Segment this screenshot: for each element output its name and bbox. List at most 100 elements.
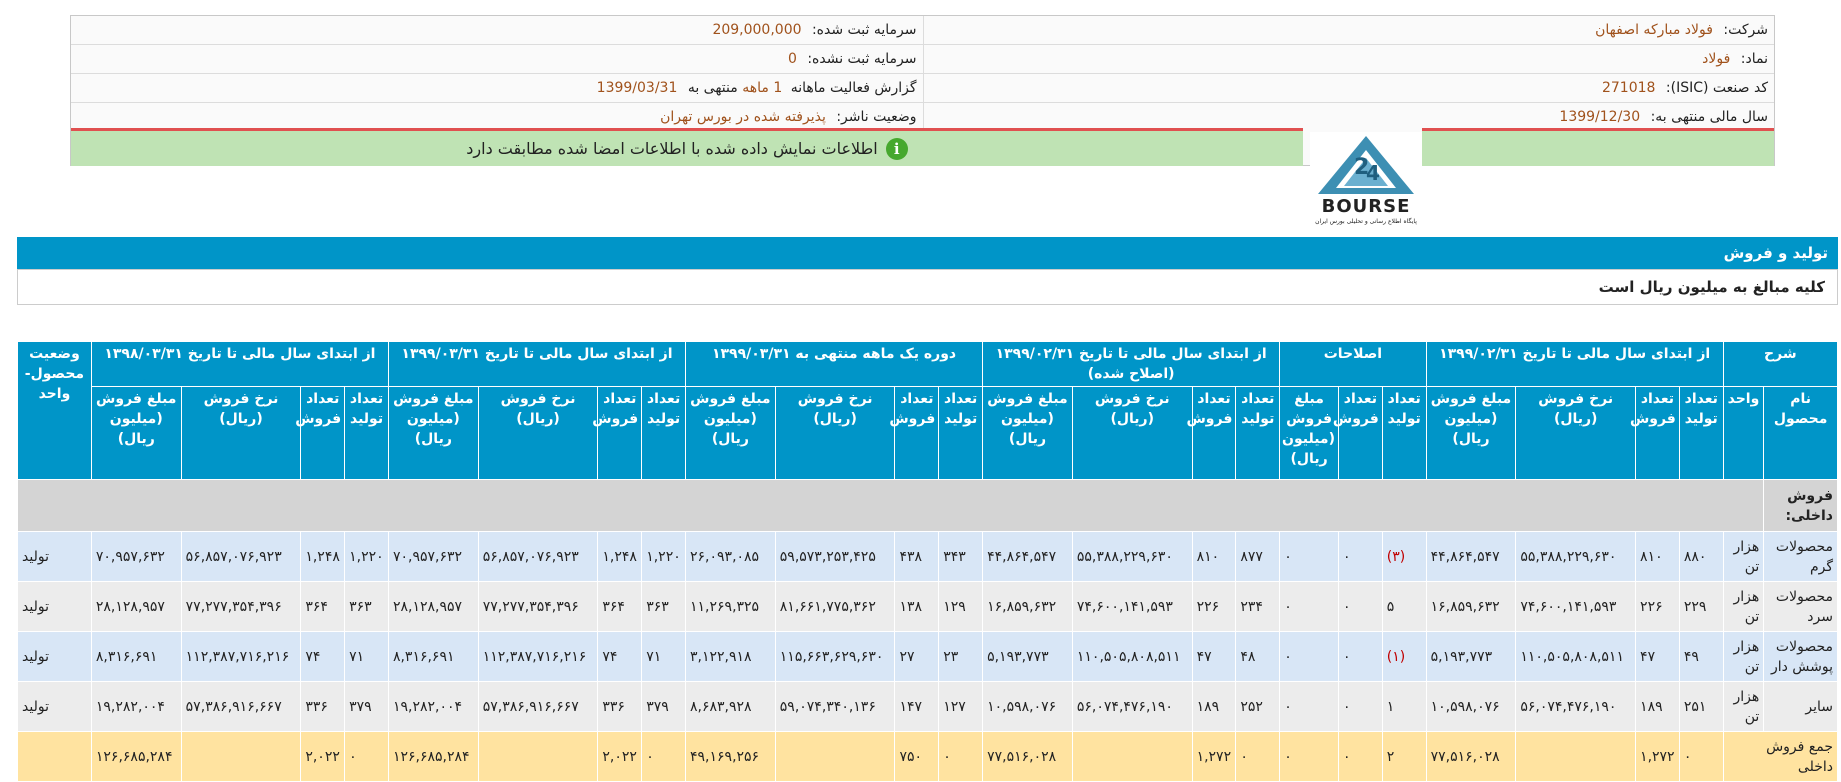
- total-cell: ۷۵۰: [894, 731, 940, 782]
- header-amount: مبلغ فروش (میلیون ریال): [387, 386, 479, 480]
- table-cell: ۰: [1279, 531, 1339, 582]
- table-cell: ۱۱۰,۵۰۵,۸۰۸,۵۱۱: [1071, 631, 1193, 682]
- amounts-note: کلیه مبالغ به میلیون ریال است: [17, 269, 1838, 305]
- table-row: محصولات پوشش دار هزار تن ۴۹ ۴۷ ۱۱۰,۵۰۵,۸۰۸,۵…: [17, 631, 1838, 682]
- table-cell: (۱): [1381, 631, 1427, 682]
- product-status: تولید: [17, 581, 92, 632]
- table-cell: ۵۶,۰۷۴,۴۷۶,۱۹۰: [1515, 681, 1637, 732]
- table-cell: ۷۰,۹۵۷,۶۳۲: [90, 531, 182, 582]
- total-cell: ۱۲۶,۶۸۵,۲۸۴: [90, 731, 182, 782]
- table-cell: ۷۴,۶۰۰,۱۴۱,۵۹۳: [1071, 581, 1193, 632]
- group-header-row: شرح از ابتدای سال مالی تا تاریخ ۱۳۹۹/۰۲/…: [17, 341, 1839, 480]
- table-cell: ۱,۲۲۰: [641, 531, 687, 582]
- total-cell: ۷۷,۵۱۶,۰۲۸: [982, 731, 1073, 782]
- bourse-logo: 2 4 BOURSE پایگاه اطلاع رسانی و تحلیلی ب…: [1310, 132, 1422, 228]
- product-name: محصولات سرد: [1763, 581, 1838, 632]
- sub-header-row: نام محصول واحد تعداد تولید تعداد فروش نر…: [18, 386, 1838, 480]
- total-cell: [477, 731, 599, 782]
- total-cell: ۱۲۶,۶۸۵,۲۸۴: [387, 731, 479, 782]
- table-cell: ۱۲۹: [938, 581, 984, 632]
- table-cell: ۵۷,۳۸۶,۹۱۶,۶۶۷: [180, 681, 302, 732]
- total-cell: [1515, 731, 1637, 782]
- section-row-domestic-sales: فروش داخلی:: [16, 479, 1838, 532]
- table-cell: ۸۱,۶۶۱,۷۷۵,۳۶۲: [774, 581, 896, 632]
- table-cell: ۱۸۹: [1191, 681, 1237, 732]
- table-cell: ۲۵۱: [1678, 681, 1724, 732]
- header-amount: مبلغ فروش (میلیون ریال): [685, 386, 776, 480]
- total-cell: ۷۷,۵۱۶,۰۲۸: [1425, 731, 1517, 782]
- table-cell: ۰: [1337, 531, 1383, 582]
- table-cell: ۵: [1381, 581, 1427, 632]
- table-cell: ۰: [1337, 681, 1383, 732]
- report-label-pre: گزارش فعالیت ماهانه: [790, 80, 917, 96]
- table-cell: ۳۶۳: [641, 581, 687, 632]
- total-cell: ۰: [1235, 731, 1281, 782]
- product-unit: هزار تن: [1722, 681, 1765, 732]
- fiscal-year-label: سال مالی منتهی به:: [1650, 109, 1768, 125]
- total-cell: ۲,۰۲۲: [597, 731, 643, 782]
- table-cell: ۸۱۰: [1635, 531, 1680, 582]
- table-cell: ۷۴,۶۰۰,۱۴۱,۵۹۳: [1515, 581, 1637, 632]
- publisher-status-value: پذیرفته شده در بورس تهران: [660, 109, 826, 125]
- verification-text: اطلاعات نمایش داده شده با اطلاعات امضا ش…: [466, 139, 878, 158]
- total-cell: ۲: [1381, 731, 1427, 782]
- header-group-6: از ابتدای سال مالی تا تاریخ ۱۳۹۸/۰۳/۳۱: [90, 341, 389, 387]
- info-icon: i: [885, 137, 908, 160]
- table-cell: ۸,۳۱۶,۶۹۱: [90, 631, 182, 682]
- table-cell: ۲۲۶: [1191, 581, 1237, 632]
- table-cell: ۰: [1279, 681, 1339, 732]
- product-name: سایر: [1763, 681, 1838, 732]
- header-name: نام محصول: [1763, 386, 1838, 480]
- report-label-post: منتهی به: [687, 80, 738, 96]
- unregistered-capital-field: سرمایه ثبت نشده: 0: [71, 45, 923, 73]
- production-sales-table: شرح از ابتدای سال مالی تا تاریخ ۱۳۹۹/۰۲/…: [16, 341, 1839, 782]
- publisher-status-field: وضعیت ناشر: پذیرفته شده در بورس تهران: [71, 103, 923, 131]
- table-cell: ۲۸,۱۲۸,۹۵۷: [387, 581, 479, 632]
- table-row: سایر هزار تن ۲۵۱ ۱۸۹ ۵۶,۰۷۴,۴۷۶,۱۹۰ ۱۰,۵۹۸,۰۷…: [17, 681, 1838, 732]
- symbol-label: نماد:: [1740, 51, 1768, 67]
- table-cell: ۵۶,۰۷۴,۴۷۶,۱۹۰: [1071, 681, 1193, 732]
- table-cell: ۰: [1279, 581, 1339, 632]
- product-unit: هزار تن: [1722, 531, 1765, 582]
- table-row: محصولات سرد هزار تن ۲۲۹ ۲۲۶ ۷۴,۶۰۰,۱۴۱,۵۹۳ ۱۶…: [17, 581, 1838, 632]
- header-prod-qty: تعداد تولید: [938, 386, 984, 480]
- symbol-value[interactable]: فولاد: [1702, 51, 1730, 67]
- logo-subtitle: پایگاه اطلاع رسانی و تحلیلی بورس ایران: [1315, 218, 1417, 225]
- table-cell: ۴۸: [1235, 631, 1281, 682]
- table-cell: ۱۰,۵۹۸,۰۷۶: [1425, 681, 1517, 732]
- company-value[interactable]: فولاد مبارکه اصفهان: [1595, 22, 1713, 38]
- table-cell: ۵۹,۵۷۳,۲۵۳,۴۲۵: [774, 531, 896, 582]
- total-cell: ۰: [1337, 731, 1383, 782]
- table-cell: ۰: [1337, 581, 1383, 632]
- fiscal-year-field: سال مالی منتهی به: 1399/12/30: [922, 103, 1775, 131]
- table-cell: ۲۸,۱۲۸,۹۵۷: [90, 581, 182, 632]
- table-cell: ۱۴۷: [894, 681, 940, 732]
- table-cell: ۳,۱۲۲,۹۱۸: [685, 631, 776, 682]
- table-cell: ۴۷: [1191, 631, 1237, 682]
- header-sales-qty: تعداد فروش: [889, 386, 940, 480]
- header-prod-qty: تعداد تولید: [1235, 386, 1281, 480]
- table-cell: ۳۶۴: [597, 581, 643, 632]
- total-cell: ۰: [344, 731, 389, 782]
- verification-banner-right: [1422, 128, 1774, 166]
- table-cell: ۱۲۷: [938, 681, 984, 732]
- section-title: تولید و فروش: [17, 237, 1838, 269]
- verification-banner-main: i اطلاعات نمایش داده شده با اطلاعات امضا…: [71, 128, 1303, 166]
- company-label: شرکت:: [1723, 22, 1768, 38]
- total-cell: [180, 731, 302, 782]
- header-amount: مبلغ فروش (میلیون ریال): [1425, 386, 1517, 480]
- table-cell: ۷۴: [300, 631, 346, 682]
- header-status: وضعیت محصول- واحد: [17, 341, 92, 480]
- company-field: شرکت: فولاد مبارکه اصفهان: [922, 16, 1775, 44]
- table-cell: ۳۳۶: [597, 681, 643, 732]
- isic-value: 271018: [1601, 80, 1656, 96]
- isic-label: کد صنعت (ISIC):: [1665, 80, 1768, 96]
- header-group-3: از ابتدای سال مالی تا تاریخ ۱۳۹۹/۰۲/۳۱ (…: [982, 341, 1281, 387]
- header-sales-qty: تعداد فروش: [1333, 386, 1383, 480]
- product-status: تولید: [17, 681, 92, 732]
- table-cell: ۰: [1337, 631, 1383, 682]
- total-cell: ۰: [1279, 731, 1339, 782]
- product-name: محصولات گرم: [1763, 531, 1838, 582]
- total-label: جمع فروش داخلی: [1722, 731, 1839, 782]
- report-months: 1 ماهه: [742, 80, 783, 96]
